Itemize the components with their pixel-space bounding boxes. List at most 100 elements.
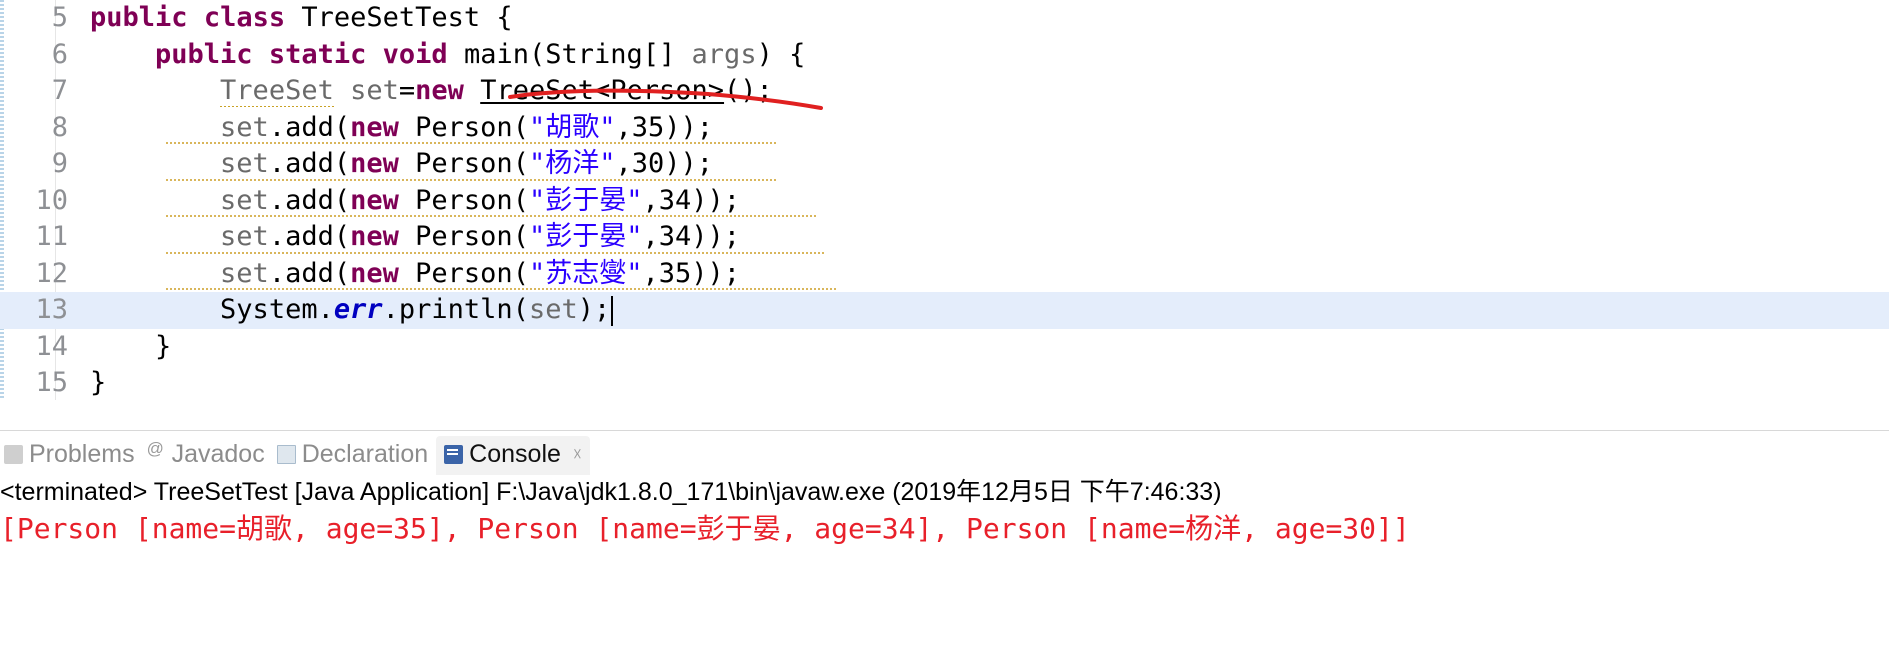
- token-keyword: new: [350, 221, 399, 252]
- token-args: ,35));: [615, 111, 714, 143]
- code-line[interactable]: 7 TreeSet set=new TreeSet<Person>();: [0, 73, 1889, 110]
- code-line[interactable]: 15 }: [0, 365, 1889, 400]
- line-number: 12: [35, 257, 68, 289]
- console-icon: [444, 445, 464, 464]
- token-keyword: new: [350, 148, 399, 179]
- token-static-field: err: [333, 294, 383, 325]
- token-string: "彭于晏": [528, 221, 643, 252]
- token-keyword: public: [90, 2, 188, 33]
- token-local-var: set: [220, 148, 269, 179]
- line-number: 7: [51, 75, 68, 106]
- code-text[interactable]: set.add(new Person("胡歌",35));: [76, 110, 1889, 147]
- close-icon[interactable]: ☓: [573, 445, 582, 465]
- code-area[interactable]: 5 public class TreeSetTest { 6 public st…: [0, 0, 1889, 400]
- token-punct: }: [90, 367, 107, 398]
- console-stderr-output: [Person [name=胡歌, age=35], Person [name=…: [0, 512, 1410, 545]
- token-string: "胡歌": [528, 111, 616, 143]
- token-local-var: set: [220, 184, 269, 216]
- token-punct: ) {: [756, 38, 806, 70]
- view-tab-bar[interactable]: Problems Javadoc Declaration Console ☓: [0, 431, 1889, 475]
- line-number: 8: [51, 111, 68, 143]
- token-method-call: .add(: [268, 257, 351, 289]
- token-method-name: main: [463, 38, 529, 70]
- code-line[interactable]: 5 public class TreeSetTest {: [0, 0, 1889, 37]
- token-keyword: new: [350, 111, 399, 143]
- token-keyword: new: [350, 184, 399, 216]
- token-method-call: .add(: [268, 148, 351, 179]
- warning-squiggle: [166, 251, 826, 254]
- token-keyword: new: [415, 75, 464, 106]
- code-text[interactable]: TreeSet set=new TreeSet<Person>();: [76, 73, 1889, 110]
- token-args: ,30));: [615, 148, 714, 179]
- warning-squiggle: [166, 215, 816, 217]
- token-args: ,34));: [642, 184, 741, 216]
- token-local-var: set: [220, 221, 269, 252]
- token-constructor: Person(: [415, 184, 529, 216]
- console-output-area[interactable]: <terminated> TreeSetTest [Java Applicati…: [0, 475, 1889, 549]
- token-type-name: TreeSetTest: [301, 2, 481, 33]
- token-constructor: Person(: [415, 111, 529, 143]
- code-line[interactable]: 12 set.add(new Person("苏志燮",35));: [0, 256, 1889, 293]
- line-number: 11: [35, 221, 68, 252]
- token-method-call: .add(: [268, 111, 351, 143]
- token-keyword: class: [203, 2, 286, 33]
- token-keyword: void: [382, 38, 448, 70]
- text-caret: [611, 295, 614, 326]
- code-text[interactable]: set.add(new Person("杨洋",30));: [76, 146, 1889, 183]
- line-number: 14: [35, 330, 68, 362]
- tab-problems[interactable]: Problems: [0, 436, 143, 475]
- code-text[interactable]: }: [76, 329, 1889, 366]
- token-punct: );: [577, 294, 611, 325]
- tab-console[interactable]: Console ☓: [436, 436, 590, 475]
- warning-squiggle: [166, 288, 836, 290]
- line-number: 9: [51, 148, 68, 179]
- line-number: 15: [35, 367, 68, 398]
- code-text[interactable]: System.err.println(set);: [76, 292, 1889, 329]
- token-method-call: .add(: [268, 184, 351, 216]
- code-line[interactable]: 11 set.add(new Person("彭于晏",34));: [0, 219, 1889, 256]
- code-text[interactable]: public class TreeSetTest {: [76, 0, 1889, 37]
- line-number: 5: [51, 2, 68, 33]
- code-text[interactable]: set.add(new Person("彭于晏",34));: [76, 183, 1889, 220]
- tab-declaration[interactable]: Declaration: [273, 436, 436, 475]
- tab-label: Console: [469, 440, 561, 468]
- line-number: 6: [51, 38, 68, 70]
- code-text[interactable]: public static void main(String[] args) {: [76, 37, 1889, 74]
- code-line[interactable]: 10 set.add(new Person("彭于晏",34));: [0, 183, 1889, 220]
- code-line[interactable]: 14 }: [0, 329, 1889, 366]
- token-keyword: static: [268, 38, 367, 70]
- token-args: ,35));: [642, 257, 741, 289]
- token-local-var: set: [528, 294, 578, 325]
- token-type-name: TreeSet: [220, 75, 334, 108]
- line-number: 10: [35, 184, 68, 216]
- code-line[interactable]: 8 set.add(new Person("胡歌",35));: [0, 110, 1889, 147]
- code-text[interactable]: }: [76, 365, 1889, 400]
- token-string: "杨洋": [528, 148, 616, 179]
- tab-javadoc[interactable]: Javadoc: [143, 436, 273, 475]
- token-constructor: Person(: [415, 148, 529, 179]
- code-line[interactable]: 6 public static void main(String[] args)…: [0, 37, 1889, 74]
- code-line-current[interactable]: 13 System.err.println(set);: [0, 292, 1889, 329]
- code-line[interactable]: 9 set.add(new Person("杨洋",30));: [0, 146, 1889, 183]
- token-params: (String[]: [528, 38, 692, 70]
- token-class-ref: System.: [220, 294, 334, 325]
- code-text[interactable]: set.add(new Person("苏志燮",35));: [76, 256, 1889, 293]
- java-source-editor[interactable]: 5 public class TreeSetTest { 6 public st…: [0, 0, 1889, 400]
- token-local-var: set: [350, 75, 399, 106]
- code-text[interactable]: set.add(new Person("彭于晏",34));: [76, 219, 1889, 256]
- token-keyword: new: [350, 257, 399, 289]
